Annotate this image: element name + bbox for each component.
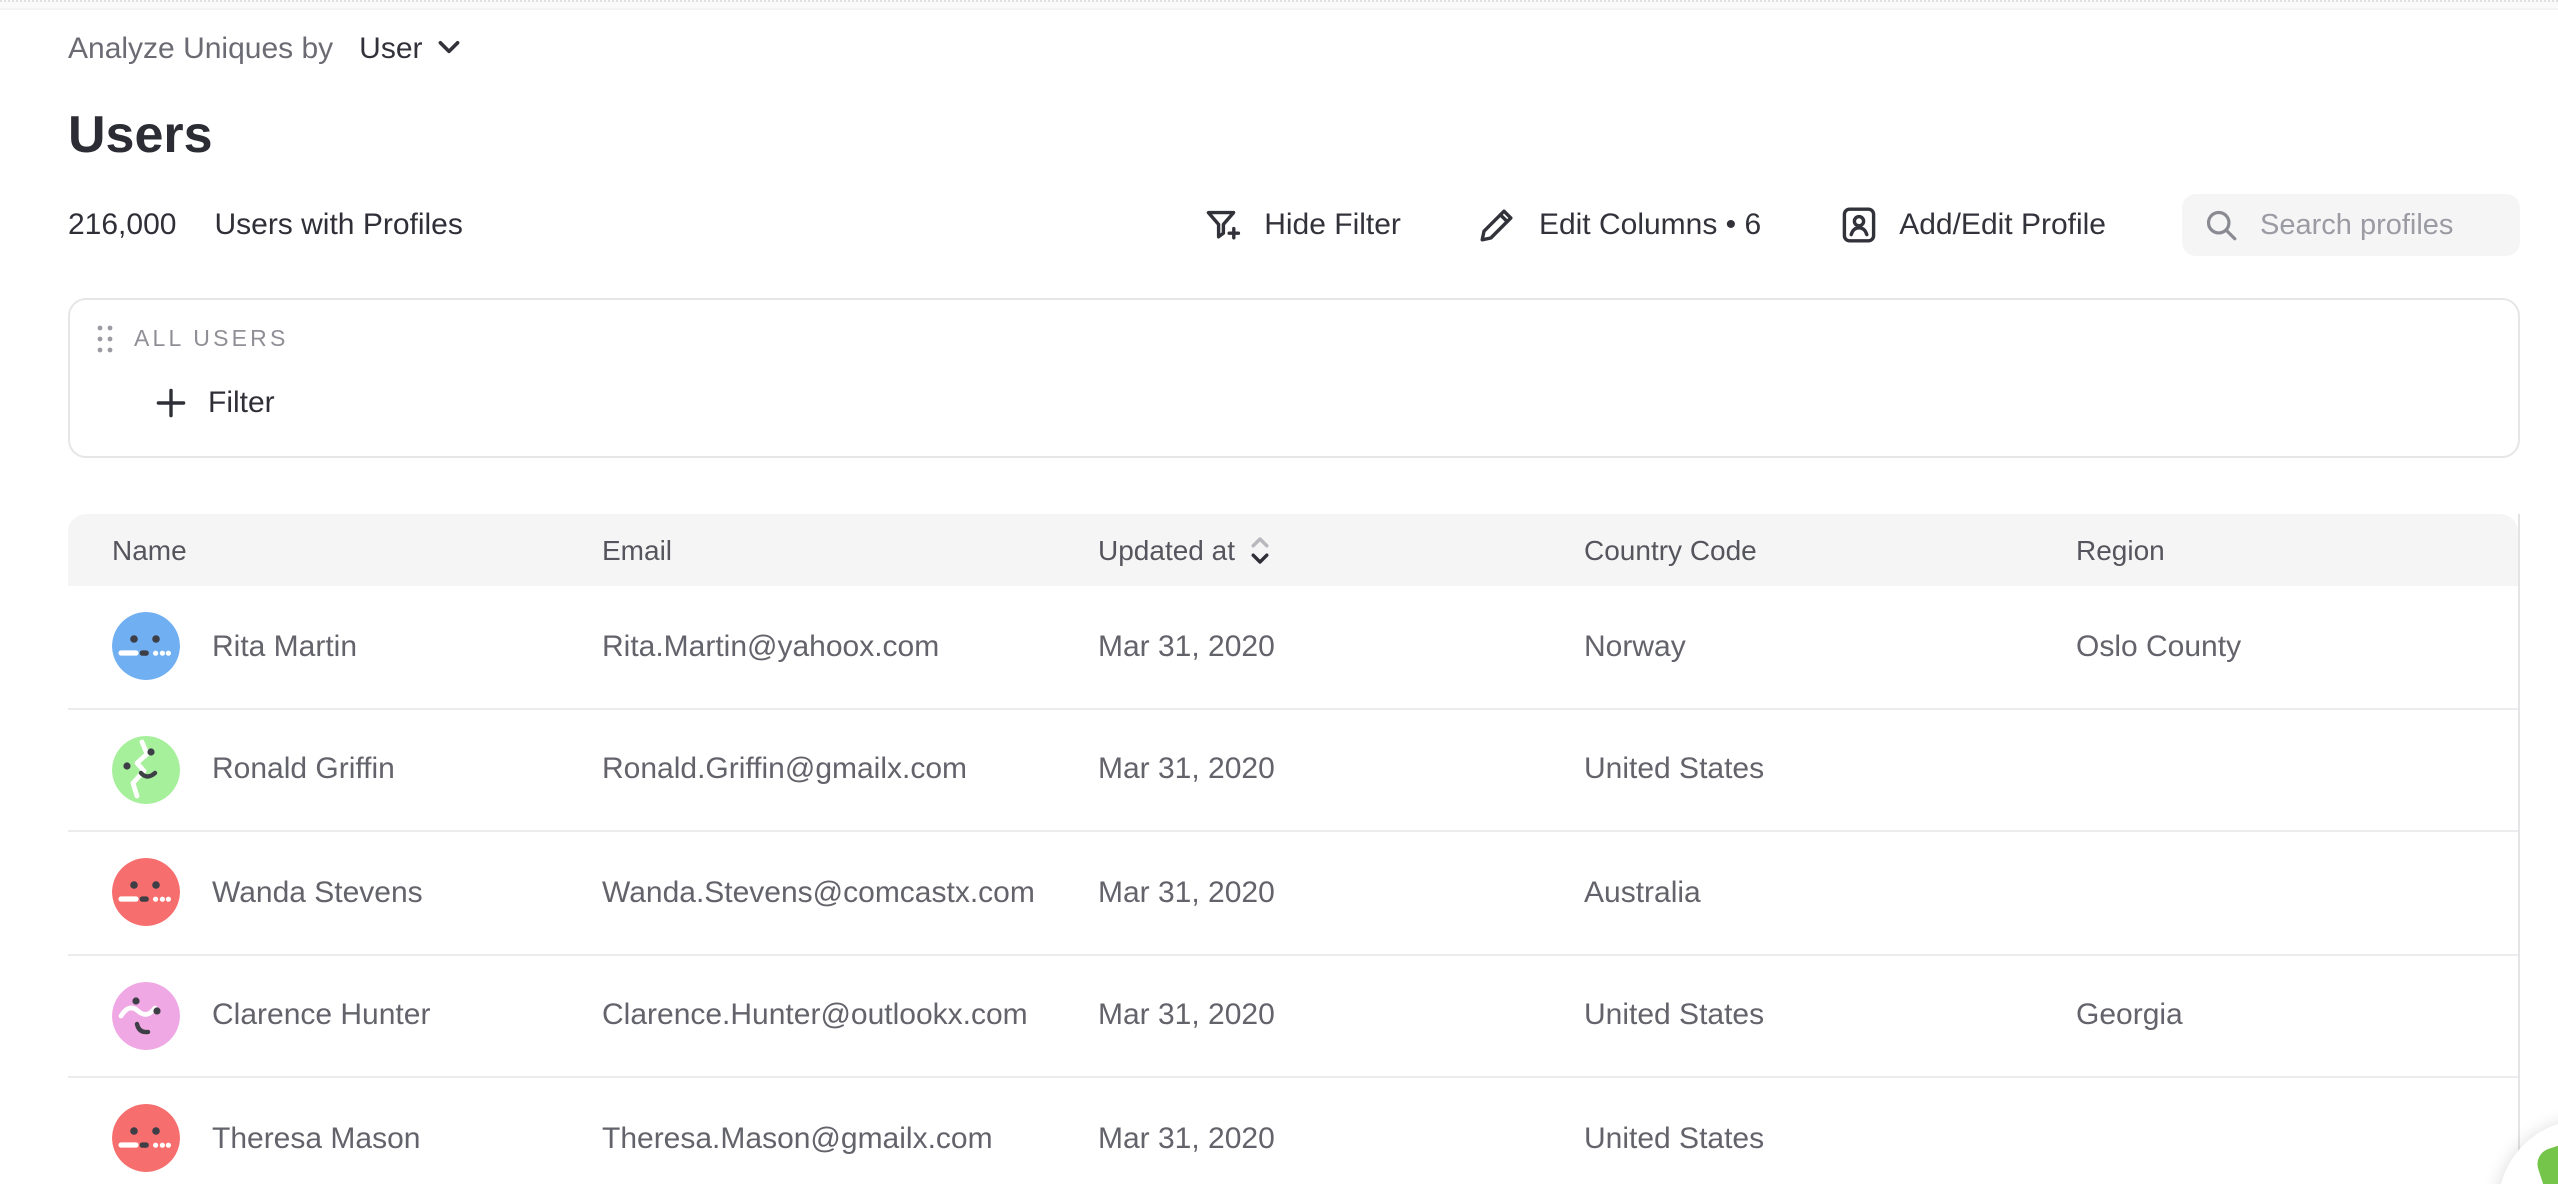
search-icon — [2204, 208, 2238, 242]
column-header-email[interactable]: Email — [558, 534, 1054, 566]
user-country: United States — [1540, 999, 2032, 1033]
toolbar: Hide Filter Edit Columns • 6 — [1202, 194, 2520, 256]
top-divider — [0, 0, 2558, 10]
user-updated-at: Mar 31, 2020 — [1054, 630, 1540, 664]
column-header-country-code[interactable]: Country Code — [1540, 534, 2032, 566]
analyze-uniques-row: Analyze Uniques by User — [68, 28, 2520, 68]
users-table: Name Email Updated at Country Code Regio… — [68, 514, 2520, 1184]
filter-group-label: ALL USERS — [134, 327, 289, 351]
table-row[interactable]: Clarence Hunter Clarence.Hunter@outlookx… — [68, 955, 2518, 1078]
hide-filter-button[interactable]: Hide Filter — [1202, 204, 1401, 246]
plus-icon — [156, 388, 186, 418]
profile-card-icon — [1837, 204, 1879, 246]
table-row[interactable]: Wanda Stevens Wanda.Stevens@comcastx.com… — [68, 832, 2518, 955]
pencil-icon — [1477, 204, 1519, 246]
user-country: Australia — [1540, 876, 2032, 910]
leaf-icon — [2533, 1145, 2558, 1184]
user-region: Georgia — [2032, 999, 2518, 1033]
users-page: Analyze Uniques by User Users 216,000 Us… — [0, 0, 2558, 1184]
user-updated-at: Mar 31, 2020 — [1054, 999, 1540, 1033]
user-country: United States — [1540, 753, 2032, 787]
user-name: Rita Martin — [212, 630, 357, 664]
drag-handle-icon[interactable] — [96, 324, 114, 354]
user-name: Theresa Mason — [212, 1122, 420, 1156]
controls-row: 216,000 Users with Profiles Hide Filter — [68, 194, 2520, 256]
analyze-uniques-value[interactable]: User — [359, 31, 422, 65]
add-filter-button[interactable]: Filter — [156, 386, 275, 420]
user-name: Clarence Hunter — [212, 999, 430, 1033]
user-name: Wanda Stevens — [212, 876, 423, 910]
profile-count: 216,000 Users with Profiles — [68, 208, 463, 242]
profile-count-label: Users with Profiles — [214, 208, 462, 242]
table-header: Name Email Updated at Country Code Regio… — [68, 514, 2518, 586]
filter-card: ALL USERS Filter — [68, 298, 2520, 458]
user-updated-at: Mar 31, 2020 — [1054, 1122, 1540, 1156]
user-email: Clarence.Hunter@outlookx.com — [558, 999, 1054, 1033]
user-email: Theresa.Mason@gmailx.com — [558, 1122, 1054, 1156]
user-email: Rita.Martin@yahoox.com — [558, 630, 1054, 664]
add-edit-profile-button[interactable]: Add/Edit Profile — [1837, 204, 2106, 246]
edit-columns-label: Edit Columns • 6 — [1539, 208, 1761, 242]
add-edit-profile-label: Add/Edit Profile — [1899, 208, 2106, 242]
user-updated-at: Mar 31, 2020 — [1054, 876, 1540, 910]
column-header-updated-at-label: Updated at — [1098, 534, 1235, 566]
page-title: Users — [68, 102, 2520, 166]
user-country: United States — [1540, 1122, 2032, 1156]
avatar — [112, 982, 180, 1050]
column-header-region[interactable]: Region — [2032, 534, 2518, 566]
hide-filter-label: Hide Filter — [1264, 208, 1401, 242]
user-email: Ronald.Griffin@gmailx.com — [558, 753, 1054, 787]
avatar — [112, 736, 180, 804]
analyze-uniques-label: Analyze Uniques by — [68, 31, 333, 65]
avatar — [112, 859, 180, 927]
column-header-updated-at[interactable]: Updated at — [1054, 534, 1540, 566]
chevron-down-icon[interactable] — [439, 40, 461, 56]
user-region: Oslo County — [2032, 630, 2518, 664]
user-updated-at: Mar 31, 2020 — [1054, 753, 1540, 787]
table-row[interactable]: Rita Martin Rita.Martin@yahoox.com Mar 3… — [68, 586, 2518, 709]
sort-icon[interactable] — [1249, 535, 1269, 565]
add-filter-label: Filter — [208, 386, 275, 420]
search-profiles-box[interactable] — [2182, 194, 2520, 256]
user-country: Norway — [1540, 630, 2032, 664]
user-name: Ronald Griffin — [212, 753, 395, 787]
funnel-plus-icon — [1202, 204, 1244, 246]
user-email: Wanda.Stevens@comcastx.com — [558, 876, 1054, 910]
avatar — [112, 1105, 180, 1173]
search-profiles-input[interactable] — [2256, 207, 2498, 243]
table-row[interactable]: Ronald Griffin Ronald.Griffin@gmailx.com… — [68, 709, 2518, 832]
avatar — [112, 613, 180, 681]
edit-columns-button[interactable]: Edit Columns • 6 — [1477, 204, 1761, 246]
column-header-name[interactable]: Name — [68, 534, 558, 566]
table-row[interactable]: Theresa Mason Theresa.Mason@gmailx.com M… — [68, 1078, 2518, 1184]
profile-count-number: 216,000 — [68, 208, 176, 242]
